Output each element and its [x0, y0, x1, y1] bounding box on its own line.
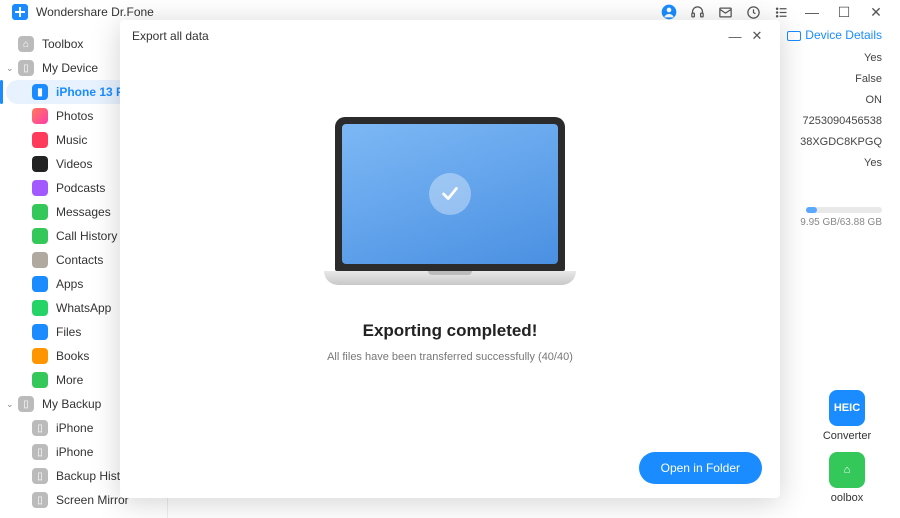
- app-icon: [32, 252, 48, 268]
- detail-value: 7253090456538: [787, 115, 882, 127]
- detail-value: ON: [787, 94, 882, 106]
- tool-icon: ⌂: [829, 452, 865, 488]
- device-details-panel: Device Details Yes False ON 7253090456538 38…: [787, 28, 882, 228]
- phone-icon: ▮: [32, 84, 48, 100]
- quick-tool[interactable]: ⌂oolbox: [812, 452, 882, 504]
- quick-tool[interactable]: HEICConverter: [812, 390, 882, 442]
- phone-icon: ▯: [32, 468, 48, 484]
- tool-icon: HEIC: [829, 390, 865, 426]
- app-icon: [32, 156, 48, 172]
- storage-bar: [806, 207, 882, 213]
- app-icon: [32, 228, 48, 244]
- detail-value: False: [787, 73, 882, 85]
- app-icon: [32, 180, 48, 196]
- detail-value: Yes: [787, 52, 882, 64]
- modal-heading: Exporting completed!: [363, 321, 538, 341]
- phone-icon: ▯: [32, 444, 48, 460]
- phone-icon: ▯: [32, 492, 48, 508]
- quick-tools: HEICConverter ⌂oolbox: [812, 380, 882, 504]
- chevron-down-icon: ⌄: [6, 399, 16, 410]
- home-icon: ⌂: [18, 36, 34, 52]
- app-icon: [32, 276, 48, 292]
- export-modal: Export all data — ✕ Exporting completed!…: [120, 20, 780, 498]
- modal-subtext: All files have been transferred successf…: [327, 351, 573, 363]
- app-icon: [32, 324, 48, 340]
- laptop-illustration: [335, 117, 565, 285]
- app-icon: [32, 372, 48, 388]
- app-icon: [32, 300, 48, 316]
- chevron-down-icon: ⌄: [6, 63, 16, 74]
- check-icon: [429, 173, 471, 215]
- detail-value: 38XGDC8KPGQ: [787, 136, 882, 148]
- window-maximize[interactable]: ☐: [832, 4, 856, 21]
- detail-value: Yes: [787, 157, 882, 169]
- open-in-folder-button[interactable]: Open in Folder: [639, 452, 762, 484]
- window-close[interactable]: ✕: [864, 4, 888, 21]
- id-card-icon: [787, 31, 801, 41]
- app-icon: [32, 132, 48, 148]
- modal-title: Export all data: [132, 29, 209, 43]
- app-icon: [32, 204, 48, 220]
- window-minimize[interactable]: —: [800, 4, 824, 20]
- modal-minimize[interactable]: —: [724, 29, 746, 44]
- device-icon: ▯: [18, 60, 34, 76]
- app-logo-icon: [12, 4, 28, 20]
- device-details-link[interactable]: Device Details: [787, 28, 882, 42]
- app-title: Wondershare Dr.Fone: [36, 5, 154, 19]
- storage-text: 9.95 GB/63.88 GB: [787, 217, 882, 228]
- backup-icon: ▯: [18, 396, 34, 412]
- phone-icon: ▯: [32, 420, 48, 436]
- app-icon: [32, 108, 48, 124]
- app-icon: [32, 348, 48, 364]
- modal-close[interactable]: ✕: [746, 28, 768, 44]
